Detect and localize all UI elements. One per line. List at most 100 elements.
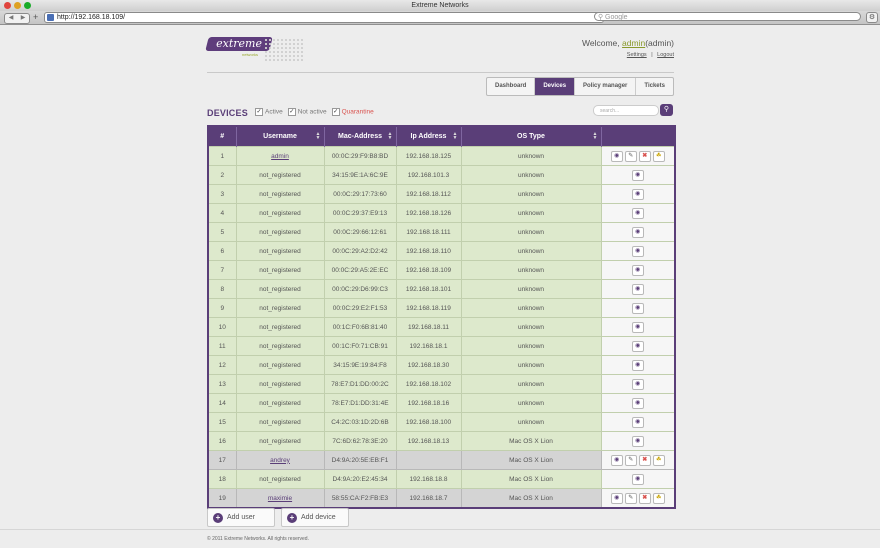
sort-icon[interactable]: ▲ ▼: [316, 132, 321, 141]
cell-actions: ◉: [600, 317, 676, 337]
table-row[interactable]: 14 not_registered 78:E7:D1:DD:31:4E 192.168…: [207, 393, 676, 413]
cell-ip: 192.168.18.102: [395, 374, 462, 394]
close-window-icon[interactable]: [4, 2, 11, 9]
table-row[interactable]: 6 not_registered 00:0C:29:A2:D2:42 192.168.…: [207, 241, 676, 261]
view-icon[interactable]: ◉: [631, 359, 644, 371]
view-icon[interactable]: ◉: [631, 435, 644, 447]
table-row[interactable]: 12 not_registered 34:15:9E:19:84:F8 192.168…: [207, 355, 676, 375]
logout-link[interactable]: Logout: [657, 52, 674, 58]
edit-icon[interactable]: ✎: [624, 492, 637, 504]
col-header-mac[interactable]: Mac-Address ▲ ▼: [323, 126, 396, 147]
filter-quarantine[interactable]: ✓ Quarantine: [331, 108, 374, 116]
view-icon[interactable]: ◉: [631, 321, 644, 333]
cell-ip: [395, 450, 462, 470]
browser-search-field[interactable]: ⚲ Google: [594, 12, 861, 21]
cell-mac: 58:55:CA:F2:FB:E3: [323, 488, 397, 509]
cell-ip: 192.168.18.126: [395, 203, 462, 223]
view-icon[interactable]: ◉: [631, 169, 644, 181]
settings-link[interactable]: Settings: [627, 52, 647, 58]
table-row[interactable]: 15 not_registered C4:2C:03:1D:2D:6B 192.168…: [207, 412, 676, 432]
view-icon[interactable]: ◉: [610, 492, 623, 504]
view-icon[interactable]: ◉: [631, 340, 644, 352]
forward-icon[interactable]: ▶: [21, 14, 26, 23]
table-row[interactable]: 13 not_registered 78:E7:D1:DD:00:2C 192.168…: [207, 374, 676, 394]
address-bar[interactable]: http://192.168.18.109/ C: [44, 12, 604, 23]
cell-ip: 192.168.18.1: [395, 336, 462, 356]
edit-icon[interactable]: ✎: [624, 150, 637, 162]
view-icon[interactable]: ◉: [631, 397, 644, 409]
table-row[interactable]: 18 not_registered D4:9A:20:E2:45:34 192.168…: [207, 469, 676, 489]
table-row[interactable]: 1 admin 00:0C:29:F9:B8:BD 192.168.18.125 unk…: [207, 146, 676, 166]
view-icon[interactable]: ◉: [631, 264, 644, 276]
view-icon[interactable]: ◉: [631, 416, 644, 428]
policy-icon[interactable]: ☘: [652, 150, 665, 162]
delete-icon[interactable]: ✖: [638, 492, 651, 504]
view-icon[interactable]: ◉: [631, 283, 644, 295]
table-row[interactable]: 3 not_registered 00:0C:29:17:73:60 192.168.…: [207, 184, 676, 204]
delete-icon[interactable]: ✖: [638, 454, 651, 466]
sort-icon[interactable]: ▲ ▼: [593, 132, 598, 141]
view-icon[interactable]: ◉: [631, 378, 644, 390]
view-icon[interactable]: ◉: [631, 302, 644, 314]
table-row[interactable]: 17 andrey D4:9A:20:5E:EB:F1 Mac OS X Lion ◉ ✎…: [207, 450, 676, 470]
table-row[interactable]: 11 not_registered 00:1C:F0:71:CB:91 192.168…: [207, 336, 676, 356]
tab-policy-manager[interactable]: Policy manager: [575, 78, 637, 95]
view-icon[interactable]: ◉: [610, 454, 623, 466]
sort-icon[interactable]: ▲ ▼: [453, 132, 458, 141]
footer-divider: [0, 529, 880, 530]
back-icon[interactable]: ◀: [9, 14, 14, 23]
col-header-os[interactable]: OS Type ▲ ▼: [460, 126, 601, 147]
tab-devices[interactable]: Devices: [535, 78, 576, 95]
not-active-checkbox[interactable]: ✓: [287, 108, 296, 116]
filter-active[interactable]: ✓ Active: [255, 108, 283, 116]
new-tab-icon[interactable]: +: [33, 12, 38, 23]
table-row[interactable]: 8 not_registered 00:0C:29:D6:99:C3 192.168.…: [207, 279, 676, 299]
policy-icon[interactable]: ☘: [652, 492, 665, 504]
view-icon[interactable]: ◉: [631, 226, 644, 238]
delete-icon[interactable]: ✖: [638, 150, 651, 162]
active-checkbox[interactable]: ✓: [255, 108, 263, 116]
table-row[interactable]: 16 not_registered 7C:6D:62:78:3E:20 192.168…: [207, 431, 676, 451]
tab-dashboard[interactable]: Dashboard: [487, 78, 536, 95]
username-link[interactable]: maximie: [268, 495, 292, 502]
table-row[interactable]: 19 maximie 58:55:CA:F2:FB:E3 192.168.18.7 Ma…: [207, 488, 676, 509]
edit-icon[interactable]: ✎: [624, 454, 637, 466]
back-forward-buttons: ◀ ▶: [4, 13, 30, 24]
gear-icon[interactable]: ⚙: [866, 12, 878, 23]
quarantine-checkbox[interactable]: ✓: [331, 108, 340, 116]
cell-os: unknown: [460, 393, 602, 413]
sort-icon[interactable]: ▲ ▼: [388, 132, 393, 141]
col-header-username[interactable]: Username ▲ ▼: [235, 126, 324, 147]
view-icon[interactable]: ◉: [631, 188, 644, 200]
filter-not-active[interactable]: ✓ Not active: [287, 108, 327, 116]
table-row[interactable]: 4 not_registered 00:0C:29:37:E9:13 192.168.…: [207, 203, 676, 223]
zoom-window-icon[interactable]: [24, 2, 31, 9]
col-os-label: OS Type: [517, 133, 545, 140]
window-controls: [4, 2, 31, 9]
view-icon[interactable]: ◉: [631, 473, 644, 485]
add-user-button[interactable]: + Add user: [207, 508, 275, 527]
table-row[interactable]: 2 not_registered 34:15:9E:1A:6C:9E 192.168.…: [207, 165, 676, 185]
table-row[interactable]: 10 not_registered 00:1C:F0:6B:81:40 192.168…: [207, 317, 676, 337]
table-row[interactable]: 5 not_registered 00:0C:29:66:12:61 192.168.…: [207, 222, 676, 242]
add-device-button[interactable]: + Add device: [281, 508, 349, 527]
table-row[interactable]: 9 not_registered 00:0C:29:E2:F1:53 192.168.…: [207, 298, 676, 318]
minimize-window-icon[interactable]: [14, 2, 21, 9]
username-link[interactable]: andrey: [270, 457, 290, 464]
table-row[interactable]: 7 not_registered 00:0C:29:A5:2E:EC 192.168.…: [207, 260, 676, 280]
username-link[interactable]: admin: [271, 153, 289, 160]
filter-not-active-label: Not active: [297, 108, 327, 116]
view-icon[interactable]: ◉: [610, 150, 623, 162]
policy-icon[interactable]: ☘: [652, 454, 665, 466]
view-icon[interactable]: ◉: [631, 207, 644, 219]
device-search-input[interactable]: search...: [593, 105, 659, 116]
view-icon[interactable]: ◉: [631, 245, 644, 257]
cell-actions: ◉: [600, 393, 676, 413]
col-header-ip[interactable]: Ip Address ▲ ▼: [395, 126, 461, 147]
search-button[interactable]: ⚲: [660, 104, 673, 116]
extreme-networks-logo[interactable]: extreme: [205, 37, 273, 51]
cell-actions: ◉: [600, 260, 676, 280]
cell-username: not_registered: [235, 279, 325, 299]
tab-tickets[interactable]: Tickets: [636, 78, 673, 95]
username-link[interactable]: admin: [622, 38, 645, 48]
